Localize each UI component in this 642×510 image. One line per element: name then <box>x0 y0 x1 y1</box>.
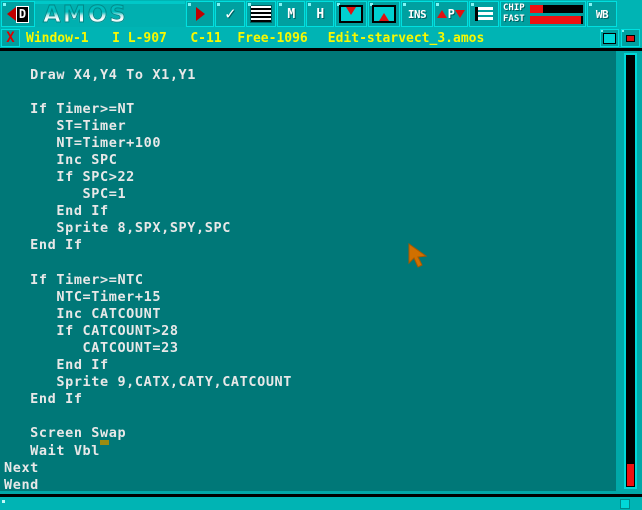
close-button[interactable]: X <box>1 29 20 47</box>
fast-memory-fill <box>530 15 582 24</box>
scrollbar-track[interactable] <box>624 53 637 489</box>
right-arrow-icon <box>195 7 205 21</box>
fast-memory-label: FAST <box>503 14 525 24</box>
lines-list-icon <box>250 5 272 23</box>
chip-memory-row: CHIP <box>503 4 583 13</box>
letter-m-icon: M <box>287 6 295 22</box>
restore-button[interactable] <box>621 29 640 47</box>
help-button[interactable]: H <box>306 1 334 27</box>
disk-letter-label: D <box>15 5 30 23</box>
restore-icon <box>626 34 635 42</box>
code-editor[interactable]: Draw X4,Y4 To X1,Y1 If Timer>=NT ST=Time… <box>0 51 616 491</box>
page-up-button[interactable] <box>368 1 400 27</box>
chip-memory-label: CHIP <box>503 3 525 13</box>
maximize-button[interactable] <box>600 29 619 47</box>
list-button[interactable] <box>246 1 276 27</box>
indent-icon <box>475 7 493 21</box>
next-button[interactable] <box>186 1 214 27</box>
amos-editor-window: D AMOS ✓ M H INS P CHIP FAST WB X Window… <box>0 0 642 510</box>
wb-icon: WB <box>595 7 609 21</box>
indent-button[interactable] <box>469 1 499 27</box>
window-titlebar: X Window-1 I L-907 C-11 Free-1096 Edit-s… <box>0 28 642 48</box>
chip-memory-bar <box>530 4 583 13</box>
fast-memory-row: FAST <box>503 15 583 24</box>
vertical-scrollbar[interactable] <box>616 51 642 491</box>
prev-disk-button[interactable]: D <box>1 1 35 27</box>
down-triangle-icon <box>455 10 466 18</box>
down-triangle-icon <box>346 7 356 15</box>
letter-h-icon: H <box>316 6 324 22</box>
memory-meters: CHIP FAST <box>500 1 586 27</box>
monitor-button[interactable]: M <box>277 1 305 27</box>
filename-label: Edit-starvect_3.amos <box>307 29 600 47</box>
insert-button[interactable]: INS <box>401 1 433 27</box>
resize-handle[interactable] <box>620 499 630 509</box>
text-caret <box>100 440 109 446</box>
editor-area: Draw X4,Y4 To X1,Y1 If Timer>=NT ST=Time… <box>0 48 642 494</box>
window-status-text: Window-1 I L-907 C-11 Free-1096 <box>20 29 308 47</box>
left-arrow-icon <box>6 7 16 21</box>
close-icon: X <box>6 30 15 46</box>
screen-down-arrow-icon <box>339 5 363 23</box>
paste-button[interactable]: P <box>434 1 468 27</box>
fast-memory-bar <box>530 15 583 24</box>
maximize-icon <box>603 32 616 44</box>
source-code[interactable]: Draw X4,Y4 To X1,Y1 If Timer>=NT ST=Time… <box>4 67 292 492</box>
accept-button[interactable]: ✓ <box>215 1 245 27</box>
ins-icon: INS <box>407 7 427 21</box>
scrollbar-thumb[interactable] <box>627 464 634 486</box>
amos-logo: AMOS <box>35 1 185 27</box>
logo-text: AMOS <box>43 2 128 28</box>
up-triangle-icon <box>379 13 389 21</box>
chip-memory-fill <box>530 4 544 13</box>
workbench-button[interactable]: WB <box>587 1 617 27</box>
page-down-button[interactable] <box>335 1 367 27</box>
up-triangle-icon <box>436 10 447 18</box>
checkmark-icon: ✓ <box>225 3 235 24</box>
bottom-bar <box>0 497 642 510</box>
letter-p-icon: P <box>447 7 455 21</box>
toolbar: D AMOS ✓ M H INS P CHIP FAST WB <box>0 0 642 28</box>
screen-up-arrow-icon <box>372 5 396 23</box>
